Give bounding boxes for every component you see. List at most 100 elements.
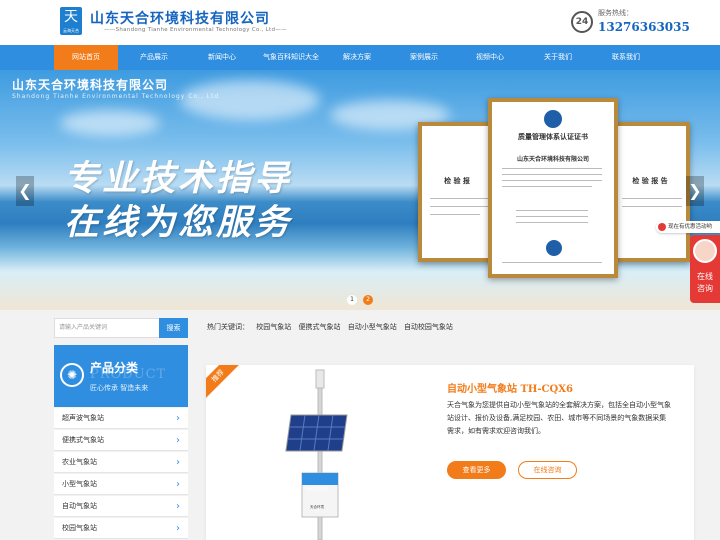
hotline-label: 服务热线： [598, 9, 633, 17]
hot-keywords: 热门关键词： 校园气象站 便携式气象站 自动小型气象站 自动校园气象站 [207, 322, 458, 332]
online-consult-button[interactable]: 在线咨询 [518, 461, 577, 479]
promo-chat-label: 现在有优惠活动哟 [668, 224, 713, 230]
cert-text-line [430, 206, 490, 207]
cert-text-line [516, 210, 588, 211]
category-title: 产品分类 [90, 361, 139, 375]
logo-glyph: 天 [64, 9, 78, 25]
service-text: 在线 咨询 [690, 271, 720, 295]
hot-keyword-link[interactable]: 自动校园气象站 [404, 323, 453, 331]
cert-center-company: 山东天合环境科技有限公司 [516, 156, 589, 163]
cert-right-title: 检 验 报 告 [632, 177, 668, 185]
cert-seal-icon [546, 240, 562, 256]
company-name[interactable]: 山东天合环境科技有限公司 [90, 8, 270, 28]
cert-text-line [516, 216, 588, 217]
hotline-number: 13276363035 [598, 20, 690, 34]
nav-item-contact[interactable]: 联系我们 [594, 45, 658, 70]
view-more-button[interactable]: 查看更多 [447, 461, 506, 479]
category-header: ✺ PRODUCT 产品分类 匠心传承 智造未来 [54, 345, 188, 407]
category-item-label: 便携式气象站 [62, 436, 104, 444]
nav-item-encyclopedia[interactable]: 气象百科知识大全 [254, 45, 328, 70]
product-category-icon: ✺ [60, 363, 84, 387]
recommend-tag: 推荐 [206, 365, 240, 398]
category-item[interactable]: 小型气象站 › [54, 474, 188, 495]
cert-text-line [502, 262, 602, 263]
cert-text-line [502, 186, 592, 187]
banner-company-name: 山东天合环境科技有限公司 [12, 78, 169, 92]
chat-dot-icon [658, 223, 666, 231]
category-item[interactable]: 自动气象站 › [54, 496, 188, 517]
category-item[interactable]: 便携式气象站 › [54, 430, 188, 451]
chevron-right-icon: › [176, 457, 180, 468]
device-label: 气象环境监测站 [304, 487, 329, 491]
weather-station-image[interactable] [266, 365, 396, 540]
cert-text-line [502, 174, 602, 175]
promo-chat-bubble[interactable]: 现在有优惠活动哟 [656, 221, 720, 233]
banner-slogan-line2: 在线为您服务 [64, 203, 293, 243]
nav-item-home[interactable]: 网站首页 [54, 45, 118, 70]
banner-dot-1[interactable]: 1 [347, 295, 357, 305]
logo-sub-text: 云海天合 [63, 28, 79, 33]
category-item-label: 校园气象站 [62, 524, 97, 532]
banner-cloud [60, 110, 160, 136]
chevron-right-icon: › [176, 413, 180, 424]
featured-product-card: 推荐 气象环境监测站 天合环境 自动小型气象站 TH-CQX6 天合气象为您提供… [206, 365, 694, 540]
chevron-right-icon: › [176, 501, 180, 512]
solar-panel [285, 414, 348, 452]
product-description: 天合气象为您提供自动小型气象站的全套解决方案，包括全自动小型气象站设计、报价及设… [447, 401, 671, 435]
banner-dot-2[interactable]: 2 [363, 295, 373, 305]
nav-item-about[interactable]: 关于我们 [526, 45, 590, 70]
online-service-widget[interactable]: 在线 咨询 [690, 235, 720, 303]
nav-item-news[interactable]: 新闻中心 [190, 45, 254, 70]
sensor-head [315, 369, 325, 389]
category-item[interactable]: 超声波气象站 › [54, 408, 188, 429]
hotline-24h-icon: 24 [571, 11, 593, 33]
product-title[interactable]: 自动小型气象站 TH-CQX6 [447, 380, 573, 395]
certificate-center: 质量管理体系认证证书 山东天合环境科技有限公司 [488, 98, 618, 278]
cert-left-title: 检 验 报 [444, 177, 470, 185]
service-avatar [693, 239, 717, 263]
service-text-line2: 咨询 [697, 284, 713, 293]
nav-item-products[interactable]: 产品展示 [122, 45, 186, 70]
chevron-right-icon: › [176, 523, 180, 534]
banner-prev-arrow[interactable]: ❮ [16, 176, 34, 206]
hero-banner[interactable]: 山东天合环境科技有限公司 Shandong Tianhe Environment… [0, 70, 720, 310]
main-nav: 网站首页 产品展示 新闻中心 气象百科知识大全 解决方案 案例展示 视频中心 关… [0, 45, 720, 70]
logo-icon[interactable]: 天 云海天合 [60, 7, 82, 35]
cert-text-line [502, 180, 602, 181]
cert-emblem-icon [544, 110, 562, 128]
category-item[interactable]: 农业气象站 › [54, 452, 188, 473]
site-header: 天 云海天合 山东天合环境科技有限公司 ——Shandong Tianhe En… [0, 0, 720, 45]
cert-text-line [502, 168, 602, 169]
nav-item-videos[interactable]: 视频中心 [458, 45, 522, 70]
category-item-label: 自动气象站 [62, 502, 97, 510]
chevron-right-icon: › [176, 479, 180, 490]
company-en-name: ——Shandong Tianhe Environmental Technolo… [104, 27, 287, 33]
category-item[interactable]: 校园气象站 › [54, 518, 188, 539]
category-item-label: 农业气象站 [62, 458, 97, 466]
nav-item-cases[interactable]: 案例展示 [392, 45, 456, 70]
hot-keyword-link[interactable]: 便携式气象站 [298, 323, 340, 331]
hot-keyword-link[interactable]: 自动小型气象站 [348, 323, 397, 331]
banner-company-en: Shandong Tianhe Environmental Technology… [12, 93, 220, 100]
category-item-label: 超声波气象站 [62, 414, 104, 422]
nav-item-solutions[interactable]: 解决方案 [328, 45, 386, 70]
cert-text-line [430, 198, 490, 199]
product-search-input[interactable]: 请输入产品关键词 [54, 318, 160, 338]
cert-center-title: 质量管理体系认证证书 [518, 133, 588, 141]
cert-text-line [622, 206, 682, 207]
certificate-left: 检 验 报 [418, 122, 496, 262]
service-text-line1: 在线 [697, 272, 713, 281]
cert-text-line [430, 214, 480, 215]
certificate-right: 检 验 报 告 [610, 122, 690, 262]
hot-keyword-link[interactable]: 校园气象站 [256, 323, 291, 331]
category-subtitle: 匠心传承 智造未来 [90, 384, 149, 392]
banner-next-arrow[interactable]: ❯ [686, 176, 704, 206]
category-item-label: 小型气象站 [62, 480, 97, 488]
cert-text-line [622, 198, 682, 199]
hot-keywords-label: 热门关键词： [207, 323, 249, 331]
banner-cloud [180, 80, 320, 120]
search-button[interactable]: 搜索 [159, 318, 188, 338]
cert-text-line [516, 222, 588, 223]
chevron-right-icon: › [176, 435, 180, 446]
device-brand: 天合环境 [310, 505, 324, 509]
